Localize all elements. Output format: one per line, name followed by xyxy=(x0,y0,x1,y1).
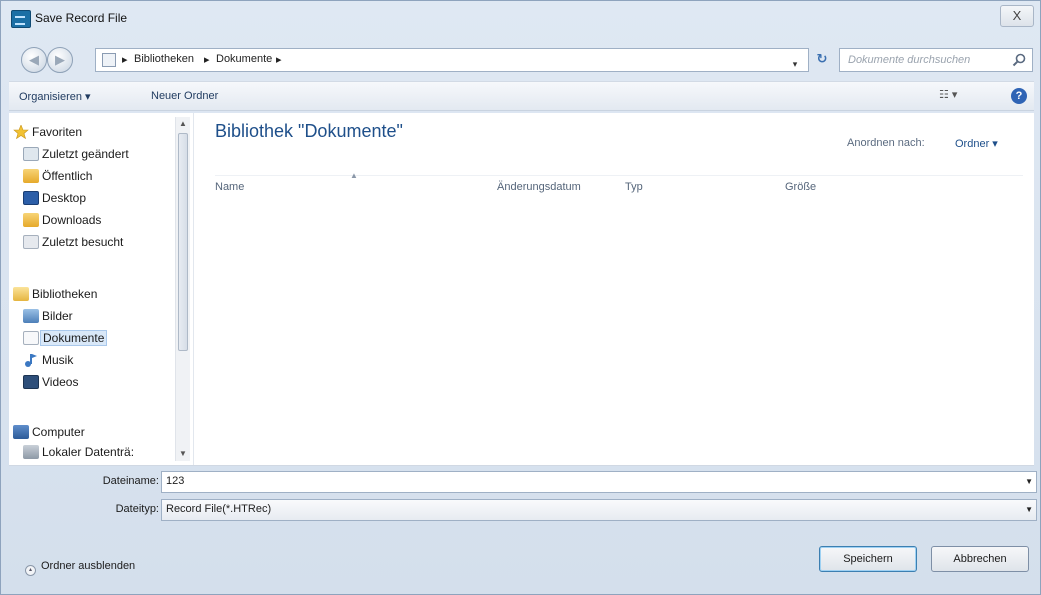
collapse-icon: ▴ xyxy=(25,565,36,576)
arrange-by-dropdown[interactable]: Ordner ▾ xyxy=(955,137,998,150)
music-icon xyxy=(23,353,39,367)
search-placeholder: Dokumente durchsuchen xyxy=(848,54,971,66)
scroll-up-icon[interactable]: ▲ xyxy=(176,117,190,131)
nav-item-videos[interactable]: Videos xyxy=(9,373,179,393)
refresh-button[interactable]: ↻ xyxy=(811,48,833,72)
library-title: Bibliothek "Dokumente" xyxy=(215,121,403,141)
filename-field[interactable]: 123 ▼ xyxy=(161,471,1037,493)
column-header-type[interactable]: Typ xyxy=(625,181,643,193)
command-toolbar: Organisieren ▾ Neuer Ordner ☷ ▾ ? xyxy=(9,81,1034,111)
drive-icon xyxy=(23,445,39,459)
nav-item-lokaler-datentraeger[interactable]: Lokaler Datenträ: xyxy=(9,443,179,463)
address-dropdown-button[interactable]: ▾ xyxy=(784,52,806,76)
hide-folders-toggle[interactable]: ▴ Ordner ausblenden xyxy=(25,560,135,576)
filename-row: Dateiname: 123 ▼ xyxy=(1,471,1040,495)
nav-item-zuletzt-geaendert[interactable]: Zuletzt geändert xyxy=(9,145,179,165)
desktop-icon xyxy=(23,191,39,205)
search-input[interactable]: Dokumente durchsuchen xyxy=(839,48,1033,72)
navigation-scrollbar[interactable]: ▲ ▼ xyxy=(175,117,190,461)
star-icon xyxy=(13,124,29,140)
breadcrumb-dokumente[interactable]: Dokumente xyxy=(216,53,272,65)
new-folder-button[interactable]: Neuer Ordner xyxy=(151,90,218,102)
nav-item-musik[interactable]: Musik xyxy=(9,351,179,371)
file-list-pane[interactable]: Bibliothek "Dokumente" Anordnen nach: Or… xyxy=(195,113,1034,465)
folder-icon xyxy=(102,53,116,67)
filename-value: 123 xyxy=(166,475,185,487)
breadcrumb-bibliotheken[interactable]: Bibliotheken xyxy=(134,53,194,65)
libraries-icon xyxy=(13,287,29,301)
nav-item-bibliotheken[interactable]: Bibliotheken xyxy=(9,285,179,305)
cancel-button[interactable]: Abbrechen xyxy=(931,546,1029,572)
hide-folders-label: Ordner ausblenden xyxy=(41,560,136,572)
filetype-value: Record File(*.HTRec) xyxy=(166,503,272,515)
scroll-down-icon[interactable]: ▼ xyxy=(176,447,190,461)
folder-icon xyxy=(23,169,39,183)
organize-menu[interactable]: Organisieren ▾ xyxy=(19,90,91,103)
recent-changes-icon xyxy=(23,147,39,161)
downloads-icon xyxy=(23,213,39,227)
save-dialog: Save Record File X ◀ ▶ ▸ Bibliotheken ▸ … xyxy=(0,0,1041,595)
navigation-bar: ◀ ▶ ▸ Bibliotheken ▸ Dokumente ▸ ▾ ↻ Dok… xyxy=(1,45,1040,75)
search-icon[interactable] xyxy=(1011,52,1027,68)
filename-dropdown-icon[interactable]: ▼ xyxy=(1025,477,1033,486)
arrange-by-label: Anordnen nach: xyxy=(847,137,925,149)
breadcrumb-separator[interactable]: ▸ xyxy=(276,53,282,66)
breadcrumb-separator[interactable]: ▸ xyxy=(204,53,210,66)
back-button[interactable]: ◀ xyxy=(21,47,47,73)
column-divider xyxy=(215,175,1023,176)
nav-item-desktop[interactable]: Desktop xyxy=(9,189,179,209)
nav-item-favoriten[interactable]: Favoriten xyxy=(9,123,179,143)
column-header-size[interactable]: Größe xyxy=(785,181,816,193)
forward-button[interactable]: ▶ xyxy=(47,47,73,73)
column-header-name[interactable]: Name xyxy=(215,181,244,193)
filetype-dropdown-icon[interactable]: ▼ xyxy=(1025,505,1033,514)
nav-item-zuletzt-besucht[interactable]: Zuletzt besucht xyxy=(9,233,179,253)
address-bar[interactable]: ▸ Bibliotheken ▸ Dokumente ▸ ▾ xyxy=(95,48,809,72)
filetype-label: Dateityp: xyxy=(115,503,159,515)
save-button[interactable]: Speichern xyxy=(819,546,917,572)
column-header-date[interactable]: Änderungsdatum xyxy=(497,181,581,193)
nav-item-oeffentlich[interactable]: Öffentlich xyxy=(9,167,179,187)
documents-icon xyxy=(23,331,39,345)
filetype-row: Dateityp: Record File(*.HTRec) ▼ xyxy=(1,499,1040,523)
recent-places-icon xyxy=(23,235,39,249)
videos-icon xyxy=(23,375,39,389)
app-icon xyxy=(11,10,31,28)
scroll-thumb[interactable] xyxy=(178,133,188,351)
window-title: Save Record File xyxy=(35,11,128,25)
computer-icon xyxy=(13,425,29,439)
filename-label: Dateiname: xyxy=(102,475,159,487)
breadcrumb-separator[interactable]: ▸ xyxy=(122,53,128,66)
title-bar: Save Record File X xyxy=(1,1,1040,35)
view-options-button[interactable]: ☷ ▾ xyxy=(939,88,973,106)
help-icon[interactable]: ? xyxy=(1011,88,1027,104)
navigation-pane: Favoriten Zuletzt geändert Öffentlich De… xyxy=(9,113,194,465)
nav-item-bilder[interactable]: Bilder xyxy=(9,307,179,327)
nav-item-dokumente[interactable]: Dokumente xyxy=(9,329,179,349)
close-button[interactable]: X xyxy=(1000,5,1034,27)
sort-indicator-icon: ▲ xyxy=(350,171,358,180)
nav-item-computer[interactable]: Computer xyxy=(9,423,179,443)
filetype-select[interactable]: Record File(*.HTRec) ▼ xyxy=(161,499,1037,521)
dialog-footer: ▴ Ordner ausblenden Speichern Abbrechen xyxy=(1,541,1040,585)
nav-item-downloads[interactable]: Downloads xyxy=(9,211,179,231)
pictures-icon xyxy=(23,309,39,323)
browser-body: Favoriten Zuletzt geändert Öffentlich De… xyxy=(9,113,1034,466)
